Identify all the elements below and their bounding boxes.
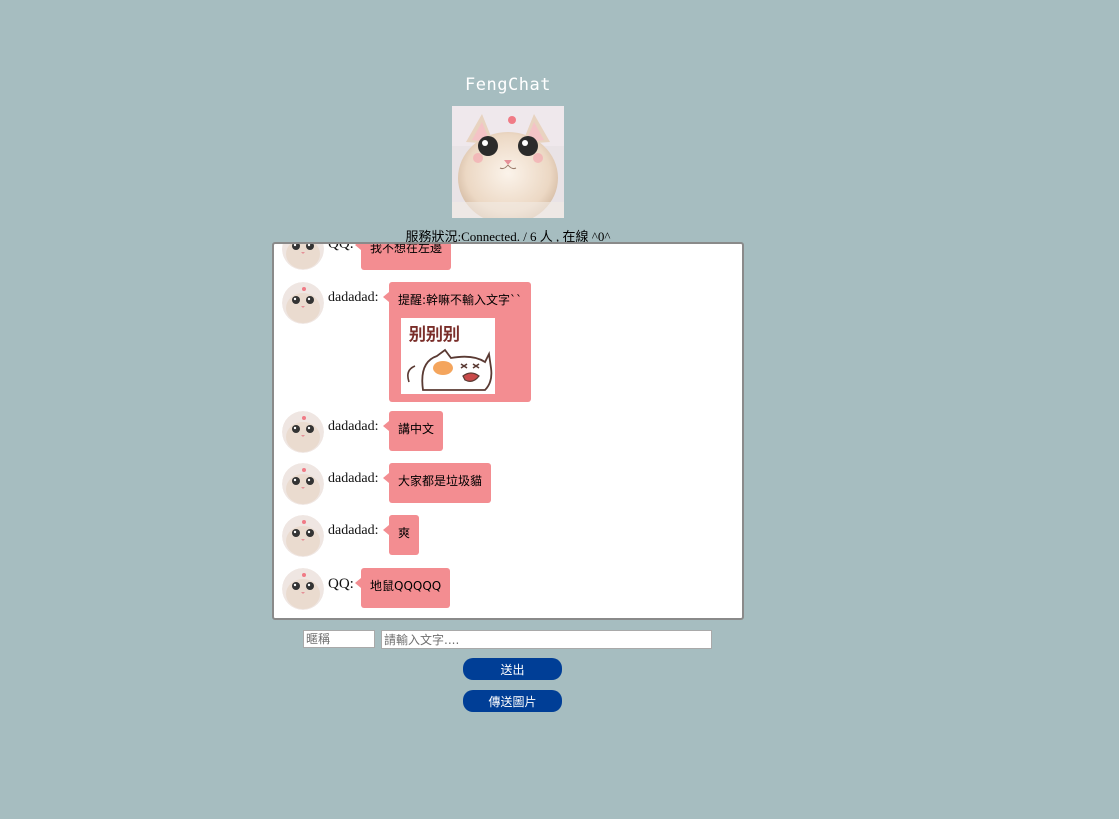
message-text: 爽 — [398, 526, 411, 540]
message-bubble: 地鼠QQQQQ — [354, 568, 451, 608]
message-bubble: 大家都是垃圾貓 — [382, 463, 492, 503]
message-text: 我不想在左邊 — [370, 242, 443, 255]
send-image-button[interactable]: 傳送圖片 — [463, 690, 562, 712]
message-bubble: 爽 — [382, 515, 420, 555]
chat-log[interactable]: QQ: 我不想在左邊 dadadad: 提醒:幹嘛不輸入文字`` 别别别 dad… — [272, 242, 744, 620]
cat-avatar-icon — [282, 244, 324, 270]
send-button[interactable]: 送出 — [463, 658, 562, 680]
cat-avatar-icon — [282, 568, 324, 610]
cat-avatar-icon — [282, 463, 324, 505]
message-text: 地鼠QQQQQ — [370, 579, 442, 593]
message-bubble: 我不想在左邊 — [354, 242, 452, 270]
nickname-input[interactable] — [303, 630, 375, 648]
message-nickname: dadadad: — [328, 290, 379, 305]
message-text: 講中文 — [398, 422, 435, 436]
message-text: 大家都是垃圾貓 — [398, 474, 483, 488]
app-title: FengChat — [465, 75, 551, 95]
cat-photo — [452, 106, 564, 218]
cat-avatar-icon — [282, 282, 324, 324]
message-nickname: QQ: — [328, 242, 354, 252]
message-nickname: dadadad: — [328, 523, 379, 538]
message-bubble: 提醒:幹嘛不輸入文字`` 别别别 — [382, 282, 532, 402]
message-text: 提醒:幹嘛不輸入文字`` — [398, 293, 523, 307]
message-input[interactable] — [381, 630, 712, 649]
cat-avatar-icon — [282, 411, 324, 453]
message-nickname: QQ: — [328, 576, 354, 592]
crying-cat-sticker: 别别别 — [401, 318, 495, 394]
sticker-caption: 别别别 — [408, 325, 460, 345]
cat-avatar-icon — [282, 515, 324, 557]
message-nickname: dadadad: — [328, 419, 379, 434]
message-bubble: 講中文 — [382, 411, 444, 451]
message-nickname: dadadad: — [328, 471, 379, 486]
